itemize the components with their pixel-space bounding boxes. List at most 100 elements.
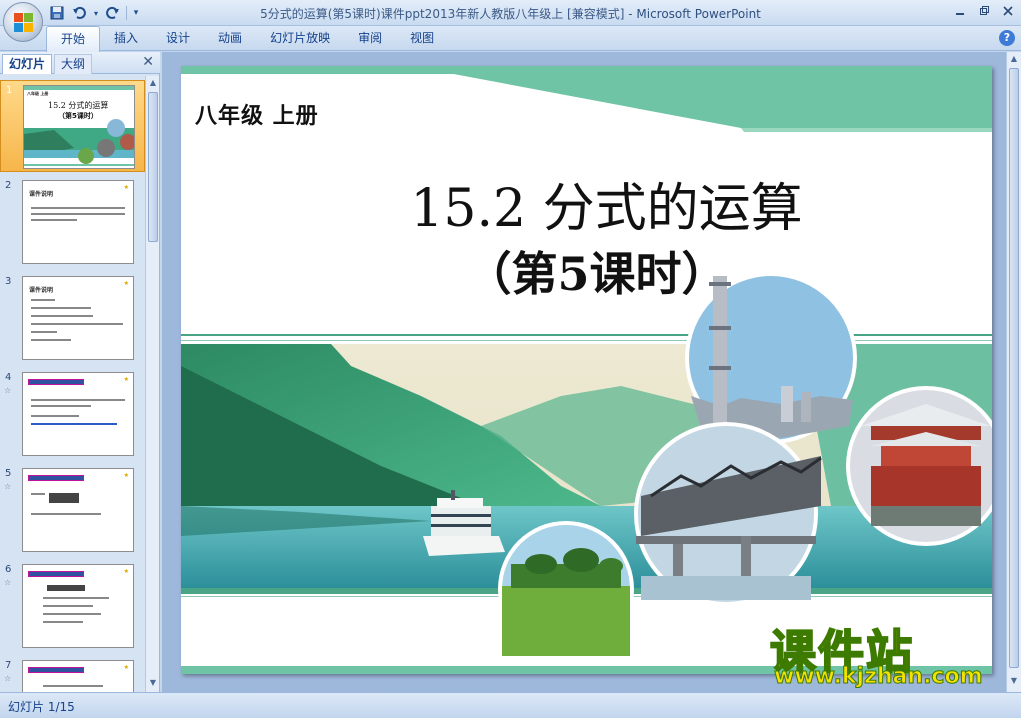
thumbnail-scrollbar[interactable]: ▲ ▼: [145, 76, 159, 692]
window-title: 5分式的运算(第5课时)课件ppt2013年新人教版八年级上 [兼容模式] - …: [0, 5, 1021, 22]
thumbnail-preview: ★ 课件说明: [22, 180, 134, 264]
transition-icon: ☆: [4, 674, 12, 683]
status-bar: 幻灯片 1/15: [0, 692, 1021, 718]
thumbnail-number: 4: [5, 372, 12, 383]
thumbnail-subtitle: （第5课时）: [58, 112, 98, 120]
thumbnail-heading-box: [28, 571, 84, 577]
scroll-down-icon[interactable]: ▼: [1009, 676, 1019, 688]
thumbnail-text-line: [43, 597, 109, 599]
thumbnail-text-line: [31, 299, 55, 301]
slides-pane: 幻灯片 大纲 ✕ 1 八年级 上册 15.2 分式的运算 （第5课时） 2 ★ …: [0, 52, 160, 692]
photo-field: [498, 521, 634, 657]
pane-close-icon[interactable]: ✕: [142, 54, 154, 70]
animation-star-icon: ★: [123, 568, 129, 575]
thumbnail-heading-box: [28, 667, 84, 673]
ribbon-tabs: 开始 插入 设计 动画 幻灯片放映 审阅 视图: [46, 26, 448, 52]
thumbnail-formula: [49, 493, 79, 503]
thumbnail-preview: 八年级 上册 15.2 分式的运算 （第5课时）: [23, 85, 135, 169]
thumbnail-title: 15.2 分式的运算: [48, 101, 109, 110]
tab-design[interactable]: 设计: [152, 26, 204, 51]
thumbnail-preview: ★ 课件说明: [22, 276, 134, 360]
thumbnail-text-line: [31, 219, 77, 221]
animation-star-icon: ★: [123, 376, 129, 383]
restore-icon[interactable]: [973, 2, 995, 20]
thumbnail-preview: ★: [22, 372, 134, 456]
thumbnail-slide-2[interactable]: 2 ★ 课件说明: [0, 176, 145, 268]
animation-star-icon: ★: [123, 280, 129, 287]
thumbnail-number: 3: [5, 276, 12, 287]
title-separator: -: [624, 7, 637, 21]
document-title: 5分式的运算(第5课时)课件ppt2013年新人教版八年级上 [兼容模式]: [260, 7, 625, 21]
app-name: Microsoft PowerPoint: [636, 7, 761, 21]
slide-canvas[interactable]: 八年级 上册 15.2 分式的运算 （第5课时）: [181, 66, 992, 674]
thumbnail-list: 1 八年级 上册 15.2 分式的运算 （第5课时） 2 ★ 课件说明 3 ★ …: [0, 76, 145, 692]
thumbnail-text-line: [31, 399, 125, 401]
thumbnail-text-line: [31, 207, 125, 209]
thumbnail-heading-box: [28, 379, 84, 385]
slide-counter: 幻灯片 1/15: [8, 700, 75, 714]
thumbnail-slide-4[interactable]: 4 ☆ ★: [0, 368, 145, 460]
scroll-up-icon[interactable]: ▲: [1009, 54, 1019, 66]
thumbnail-text-line: [31, 493, 45, 495]
thumbnail-text-line: [31, 339, 71, 341]
scroll-thumb[interactable]: [148, 92, 158, 242]
transition-icon: ☆: [4, 482, 12, 491]
thumbnail-slide-1[interactable]: 1 八年级 上册 15.2 分式的运算 （第5课时）: [0, 80, 145, 172]
thumbnail-text-line: [31, 423, 117, 425]
thumbnail-text-line: [31, 331, 57, 333]
slide-grade-label[interactable]: 八年级 上册: [195, 98, 319, 130]
thumbnail-text-line: [31, 513, 101, 515]
thumbnail-preview: ★: [22, 564, 134, 648]
thumbnail-preview: ★: [22, 468, 134, 552]
thumbnail-slide-6[interactable]: 6 ☆ ★: [0, 560, 145, 652]
help-icon[interactable]: ?: [999, 30, 1015, 46]
thumbnail-slide-5[interactable]: 5 ☆ ★: [0, 464, 145, 556]
slide-scrollbar[interactable]: ▲ ▼: [1006, 52, 1021, 692]
tab-slides[interactable]: 幻灯片: [2, 54, 53, 74]
scroll-down-icon[interactable]: ▼: [148, 678, 158, 690]
tab-insert[interactable]: 插入: [100, 26, 152, 51]
thumbnail-heading-box: [28, 475, 84, 481]
slide-title[interactable]: 15.2 分式的运算: [181, 166, 992, 241]
animation-star-icon: ★: [123, 472, 129, 479]
tab-view[interactable]: 视图: [396, 26, 448, 51]
close-icon[interactable]: [997, 2, 1019, 20]
thumbnail-slide-3[interactable]: 3 ★ 课件说明: [0, 272, 145, 364]
thumbnail-text-line: [43, 685, 103, 687]
transition-icon: ☆: [4, 578, 12, 587]
office-button[interactable]: [3, 2, 43, 42]
thumbnail-number: 1: [6, 85, 13, 96]
tab-slideshow[interactable]: 幻灯片放映: [256, 26, 344, 51]
office-logo-icon: [14, 13, 33, 32]
thumbnail-text-line: [43, 621, 83, 623]
scroll-up-icon[interactable]: ▲: [148, 78, 158, 90]
minimize-icon[interactable]: [949, 2, 971, 20]
thumbnail-grade: 八年级 上册: [27, 91, 49, 96]
thumbnail-slide-7[interactable]: 7 ☆ ★: [0, 656, 145, 692]
transition-icon: ☆: [4, 386, 12, 395]
thumbnail-title: 课件说明: [29, 191, 54, 198]
thumbnail-formula: [47, 585, 85, 591]
animation-star-icon: ★: [123, 664, 129, 671]
tab-home[interactable]: 开始: [46, 26, 101, 52]
ribbon: 开始 插入 设计 动画 幻灯片放映 审阅 视图 ?: [0, 26, 1021, 52]
thumbnail-text-line: [43, 613, 101, 615]
thumbnail-text-line: [43, 605, 93, 607]
scroll-thumb[interactable]: [1009, 68, 1019, 668]
animation-star-icon: ★: [123, 184, 129, 191]
pane-tabs: 幻灯片 大纲 ✕: [0, 52, 160, 74]
watermark: 课件站 www.kjzhan.com: [769, 616, 1010, 696]
slide-subtitle[interactable]: （第5课时）: [181, 238, 992, 304]
tab-animations[interactable]: 动画: [204, 26, 256, 51]
thumbnail-number: 7: [5, 660, 12, 671]
thumbnail-number: 2: [5, 180, 12, 191]
title-bar: ▾ ▾ 5分式的运算(第5课时)课件ppt2013年新人教版八年级上 [兼容模式…: [0, 0, 1021, 26]
thumbnail-text-line: [31, 307, 91, 309]
thumbnail-text-line: [31, 315, 93, 317]
thumbnail-art: [24, 86, 134, 166]
tab-outline[interactable]: 大纲: [54, 54, 93, 74]
thumbnail-preview: ★: [22, 660, 134, 692]
tab-review[interactable]: 审阅: [344, 26, 396, 51]
thumbnail-title: 课件说明: [29, 287, 54, 294]
thumbnail-text-line: [31, 213, 125, 215]
